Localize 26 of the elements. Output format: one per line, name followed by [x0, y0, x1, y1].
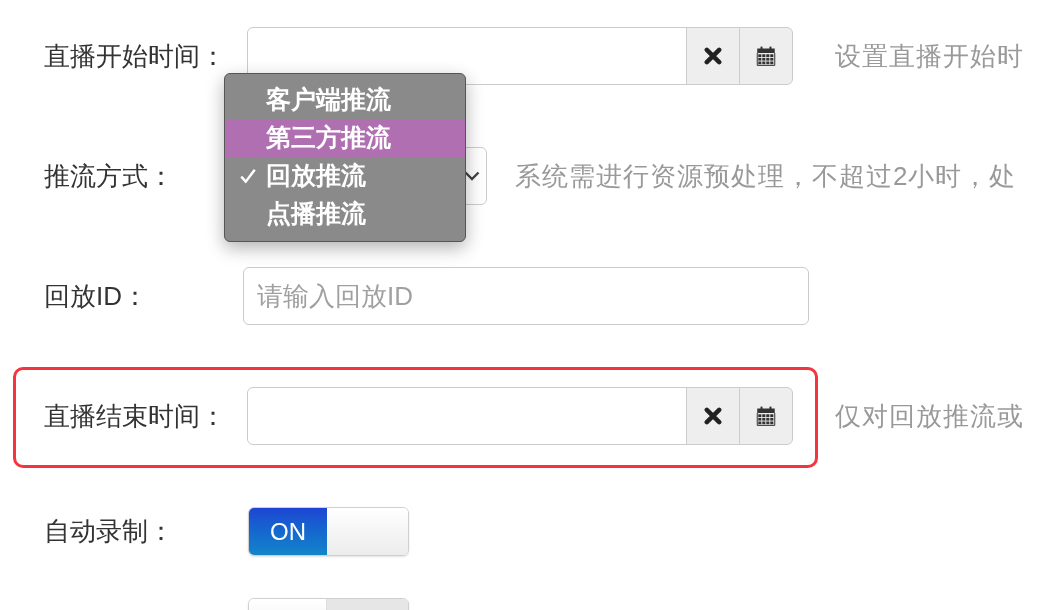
- close-icon: [704, 407, 722, 425]
- clear-button[interactable]: [686, 387, 740, 445]
- field-label: 直播结束时间：: [44, 399, 226, 433]
- menu-option[interactable]: 回放推流: [225, 157, 465, 195]
- date-input-field[interactable]: [247, 387, 687, 445]
- chevron-down-icon: [464, 171, 480, 181]
- calendar-icon: [756, 46, 776, 66]
- clear-button[interactable]: [686, 27, 740, 85]
- hint-text: 设置直播开始时: [835, 39, 1024, 73]
- field-label: 回放ID：: [44, 279, 148, 313]
- field-label: 直播开始时间：: [44, 39, 226, 73]
- toggle-switch[interactable]: ON: [248, 507, 409, 556]
- text-input-field[interactable]: 请输入回放ID: [243, 267, 809, 325]
- check-icon: [238, 167, 257, 185]
- calendar-icon: [756, 406, 776, 426]
- hint-text: 仅对回放推流或: [835, 399, 1024, 433]
- field-label: 推流方式：: [44, 159, 174, 193]
- menu-option[interactable]: 点播推流: [225, 195, 465, 233]
- menu-option[interactable]: 客户端推流: [225, 81, 465, 119]
- field-label: 自动录制：: [44, 515, 174, 548]
- calendar-button[interactable]: [739, 27, 793, 85]
- hint-text: 系统需进行资源预处理，不超过2小时，处: [515, 159, 1017, 193]
- close-icon: [704, 47, 722, 65]
- date-input-field[interactable]: [247, 27, 687, 85]
- menu-option[interactable]: 第三方推流: [225, 119, 465, 157]
- calendar-button[interactable]: [739, 387, 793, 445]
